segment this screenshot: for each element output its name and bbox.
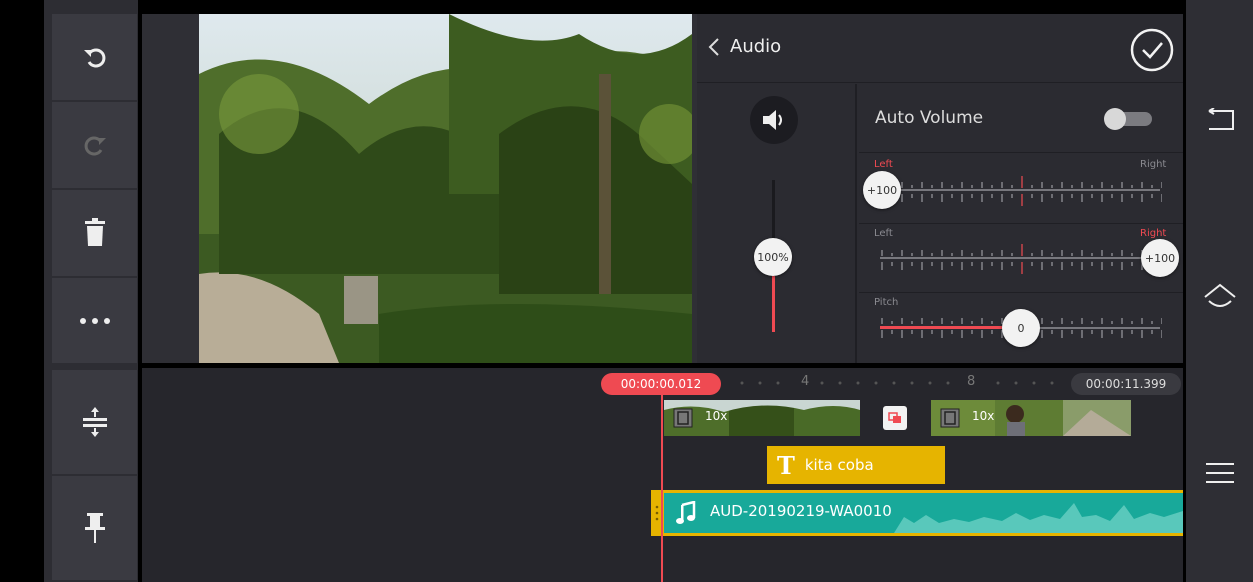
video-clip-1[interactable] bbox=[664, 400, 860, 436]
pitch-knob[interactable]: 0 bbox=[1002, 309, 1040, 347]
video-preview[interactable] bbox=[199, 14, 692, 363]
more-icon bbox=[79, 317, 110, 324]
pan2-left-label: Left bbox=[874, 228, 893, 239]
playhead-time-text: 00:00:00.012 bbox=[620, 377, 702, 391]
end-time: 00:00:11.399 bbox=[1071, 373, 1181, 395]
trash-icon bbox=[84, 218, 105, 246]
drag-handle-icon bbox=[655, 505, 659, 521]
pan2-ticks bbox=[881, 244, 1162, 274]
pin-icon bbox=[84, 513, 105, 543]
back-nav-icon[interactable] bbox=[1206, 108, 1236, 132]
audio-clip-name: AUD-20190219-WA0010 bbox=[710, 502, 892, 520]
ruler-mark-4: 4 bbox=[801, 374, 810, 389]
timeline-ruler bbox=[740, 381, 1054, 385]
clip2-speed: 10x bbox=[972, 409, 995, 423]
pan1-value: +100 bbox=[866, 183, 898, 197]
ruler-mark-8: 8 bbox=[967, 374, 976, 389]
speaker-icon bbox=[763, 110, 782, 130]
redo-icon bbox=[84, 136, 106, 156]
timeline-height-icon bbox=[82, 407, 107, 437]
film-icon-2 bbox=[940, 408, 960, 428]
volume-slider-fill bbox=[772, 276, 775, 332]
confirm-button[interactable] bbox=[1130, 28, 1174, 72]
pin-button[interactable] bbox=[52, 476, 137, 580]
text-type-icon: T bbox=[777, 450, 795, 480]
menu-nav-icon[interactable] bbox=[1206, 462, 1234, 484]
text-layer-label: kita coba bbox=[804, 456, 874, 474]
timeline-height-button[interactable] bbox=[52, 370, 137, 474]
pitch-value: 0 bbox=[1017, 321, 1025, 335]
back-button[interactable]: Audio bbox=[708, 36, 781, 57]
auto-volume-label: Auto Volume bbox=[875, 108, 984, 128]
pan1-ticks bbox=[881, 176, 1162, 206]
clip1-speed: 10x bbox=[705, 409, 728, 423]
undo-button[interactable] bbox=[52, 14, 137, 100]
panel-title: Audio bbox=[730, 36, 782, 57]
chevron-left-icon bbox=[708, 37, 719, 56]
pan1-knob[interactable]: +100 bbox=[863, 171, 901, 209]
music-note-icon bbox=[676, 501, 696, 524]
playhead-line[interactable] bbox=[661, 395, 663, 582]
check-circle-icon bbox=[1130, 28, 1174, 72]
pan1-right-label: Right bbox=[1140, 159, 1167, 170]
film-icon bbox=[673, 408, 693, 428]
text-layer[interactable]: T kita coba bbox=[767, 446, 945, 484]
undo-icon bbox=[83, 48, 105, 68]
video-clip-2[interactable] bbox=[931, 400, 1131, 436]
pan2-right-label: Right bbox=[1140, 228, 1167, 239]
playhead-time[interactable]: 00:00:00.012 bbox=[601, 373, 721, 395]
volume-value: 100% bbox=[757, 250, 789, 264]
pan1-left-label: Left bbox=[874, 159, 893, 170]
end-time-text: 00:00:11.399 bbox=[1085, 377, 1167, 391]
volume-knob[interactable]: 100% bbox=[754, 238, 792, 276]
home-nav-icon[interactable] bbox=[1203, 283, 1237, 311]
pitch-label: Pitch bbox=[874, 297, 899, 308]
delete-button[interactable] bbox=[52, 190, 137, 276]
more-button[interactable] bbox=[52, 278, 137, 363]
transition-icon bbox=[888, 412, 901, 423]
transition-button[interactable] bbox=[883, 406, 907, 430]
auto-volume-toggle[interactable] bbox=[1104, 108, 1152, 130]
pan2-value: +100 bbox=[1144, 251, 1176, 265]
redo-button[interactable] bbox=[52, 102, 137, 188]
pan2-knob[interactable]: +100 bbox=[1141, 239, 1179, 277]
mute-button[interactable] bbox=[750, 96, 798, 144]
